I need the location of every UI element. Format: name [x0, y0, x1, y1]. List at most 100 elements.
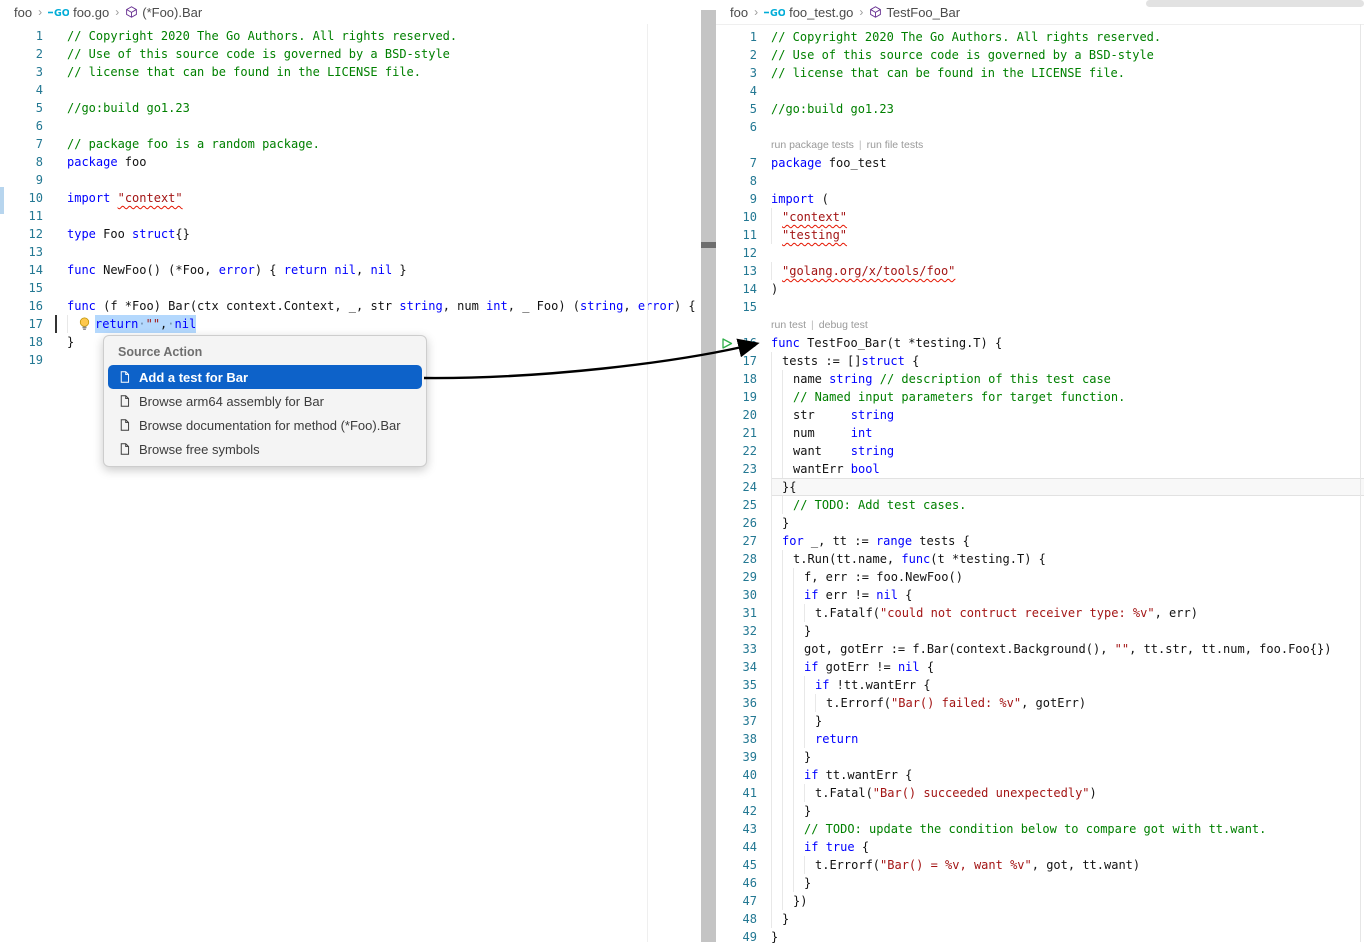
line-content[interactable]: "context" [771, 208, 1364, 226]
code-token: } [392, 261, 406, 279]
code-line-6: 6 [0, 117, 701, 135]
line-content[interactable] [67, 81, 701, 99]
line-content[interactable]: name string // description of this test … [771, 370, 1364, 388]
breadcrumb-symbol[interactable]: (*Foo).Bar [125, 5, 202, 20]
line-content[interactable]: } [771, 622, 1364, 640]
line-content[interactable]: t.Fatalf("could not contruct receiver ty… [771, 604, 1364, 622]
sash-handle[interactable] [701, 242, 716, 248]
line-content[interactable]: // TODO: update the condition below to c… [771, 820, 1364, 838]
line-content[interactable]: // Copyright 2020 The Go Authors. All ri… [771, 28, 1364, 46]
menu-item[interactable]: Add a test for Bar [108, 365, 422, 389]
line-content[interactable]: func (f *Foo) Bar(ctx context.Context, _… [67, 297, 701, 315]
code-area[interactable]: 1// Copyright 2020 The Go Authors. All r… [0, 24, 701, 369]
line-content[interactable]: //go:build go1.23 [67, 99, 701, 117]
line-content[interactable]: "testing" [771, 226, 1364, 244]
indent-guide [771, 658, 804, 676]
line-content[interactable]: t.Errorf("Bar() = %v, want %v", got, tt.… [771, 856, 1364, 874]
line-content[interactable]: package foo [67, 153, 701, 171]
line-content[interactable]: for _, tt := range tests { [771, 532, 1364, 550]
line-content[interactable]: }{ [771, 478, 1364, 496]
line-content[interactable]: } [771, 802, 1364, 820]
codelens-link[interactable]: run file tests [867, 136, 924, 154]
line-content[interactable]: str string [771, 406, 1364, 424]
line-content[interactable]: // Copyright 2020 The Go Authors. All ri… [67, 27, 701, 45]
line-content[interactable]: // Named input parameters for target fun… [771, 388, 1364, 406]
line-content[interactable]: func NewFoo() (*Foo, error) { return nil… [67, 261, 701, 279]
line-content[interactable]: ) [771, 280, 1364, 298]
line-content[interactable]: func TestFoo_Bar(t *testing.T) { [771, 334, 1364, 352]
line-content[interactable] [67, 171, 701, 189]
codelens-link[interactable]: run package tests [771, 136, 854, 154]
code-token: } [782, 514, 789, 532]
line-content[interactable]: return·"",·nil [67, 315, 701, 333]
line-content[interactable]: // TODO: Add test cases. [771, 496, 1364, 514]
menu-item[interactable]: Browse arm64 assembly for Bar [108, 389, 422, 413]
line-content[interactable]: package foo_test [771, 154, 1364, 172]
line-content[interactable]: // license that can be found in the LICE… [67, 63, 701, 81]
code-token: error [638, 297, 674, 315]
breadcrumb-file[interactable]: GO foo.go [48, 5, 109, 20]
line-content[interactable] [67, 279, 701, 297]
line-content[interactable]: if !tt.wantErr { [771, 676, 1364, 694]
line-content[interactable]: } [771, 874, 1364, 892]
editor-sash[interactable] [701, 10, 716, 942]
code-token: name [793, 370, 829, 388]
line-content[interactable]: } [771, 514, 1364, 532]
line-content[interactable]: got, gotErr := f.Bar(context.Background(… [771, 640, 1364, 658]
code-area[interactable]: 1// Copyright 2020 The Go Authors. All r… [716, 25, 1364, 946]
horizontal-scrollbar[interactable] [1146, 0, 1364, 7]
line-content[interactable]: f, err := foo.NewFoo() [771, 568, 1364, 586]
line-content[interactable] [771, 172, 1364, 190]
line-content[interactable]: // Use of this source code is governed b… [771, 46, 1364, 64]
line-content[interactable]: tests := []struct { [771, 352, 1364, 370]
codelens-link[interactable]: run test [771, 316, 806, 334]
line-content[interactable]: } [771, 910, 1364, 928]
breadcrumb-folder[interactable]: foo [14, 5, 32, 20]
line-content[interactable]: if gotErr != nil { [771, 658, 1364, 676]
line-content[interactable]: num int [771, 424, 1364, 442]
line-number: 14 [0, 261, 43, 279]
line-content[interactable]: wantErr bool [771, 460, 1364, 478]
line-content[interactable]: import ( [771, 190, 1364, 208]
line-content[interactable]: t.Run(tt.name, func(t *testing.T) { [771, 550, 1364, 568]
line-content[interactable]: t.Errorf("Bar() failed: %v", gotErr) [771, 694, 1364, 712]
line-content[interactable]: if true { [771, 838, 1364, 856]
menu-item[interactable]: Browse documentation for method (*Foo).B… [108, 413, 422, 437]
line-content[interactable]: type Foo struct{} [67, 225, 701, 243]
line-content[interactable]: // package foo is a random package. [67, 135, 701, 153]
line-content[interactable]: }) [771, 892, 1364, 910]
code-token: , tt.str, tt.num, foo.Foo{}) [1129, 640, 1331, 658]
line-content[interactable]: want string [771, 442, 1364, 460]
line-content[interactable] [67, 207, 701, 225]
breadcrumb-symbol[interactable]: TestFoo_Bar [869, 5, 960, 20]
code-line-1: 1// Copyright 2020 The Go Authors. All r… [0, 27, 701, 45]
line-content[interactable]: return [771, 730, 1364, 748]
line-content[interactable] [67, 243, 701, 261]
breadcrumb-folder[interactable]: foo [730, 5, 748, 20]
line-content[interactable] [771, 82, 1364, 100]
code-token: string [851, 406, 894, 424]
menu-item[interactable]: Browse free symbols [108, 437, 422, 461]
line-content[interactable] [67, 117, 701, 135]
line-content[interactable]: } [771, 928, 1364, 946]
line-content[interactable]: t.Fatal("Bar() succeeded unexpectedly") [771, 784, 1364, 802]
breadcrumb-file[interactable]: GO foo_test.go [764, 5, 853, 20]
line-content[interactable]: } [771, 712, 1364, 730]
codelens-link[interactable]: debug test [819, 316, 868, 334]
quick-fix-lightbulb-icon[interactable] [78, 315, 95, 333]
line-content[interactable]: import "context" [67, 189, 701, 207]
line-content[interactable]: if err != nil { [771, 586, 1364, 604]
line-number: 11 [716, 226, 757, 244]
line-number: 31 [716, 604, 757, 622]
line-content[interactable]: "golang.org/x/tools/foo" [771, 262, 1364, 280]
line-content[interactable] [771, 118, 1364, 136]
line-content[interactable]: //go:build go1.23 [771, 100, 1364, 118]
line-content[interactable]: // Use of this source code is governed b… [67, 45, 701, 63]
line-content[interactable]: // license that can be found in the LICE… [771, 64, 1364, 82]
line-content[interactable]: if tt.wantErr { [771, 766, 1364, 784]
line-content[interactable]: } [771, 748, 1364, 766]
line-content[interactable] [771, 244, 1364, 262]
line-content[interactable] [771, 298, 1364, 316]
line-number: 32 [716, 622, 757, 640]
code-token: }) [793, 892, 807, 910]
